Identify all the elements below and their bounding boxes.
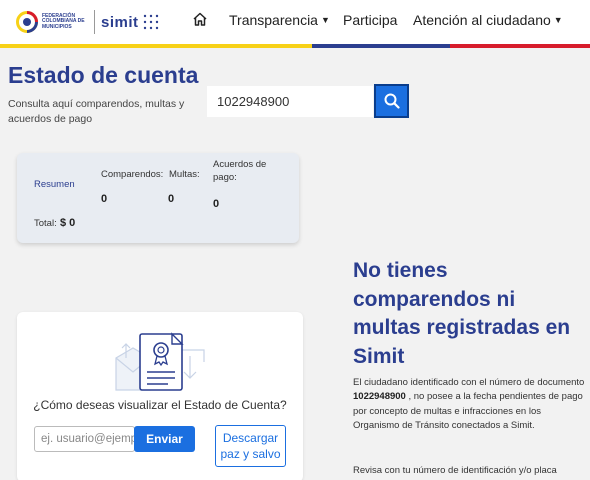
multas-count: 0: [168, 193, 175, 205]
home-link[interactable]: [192, 11, 208, 27]
nav-transparencia[interactable]: Transparencia ▼: [229, 12, 330, 28]
check-plate-text: Revisa con tu número de identificación y…: [353, 465, 557, 476]
document-number: 1022948900: [353, 391, 406, 403]
caret-down-icon: ▼: [320, 15, 330, 25]
document-certificate-illustration: [115, 332, 205, 391]
description-prefix: El ciudadano identificado con el número …: [353, 377, 585, 388]
visualizar-question: ¿Cómo deseas visualizar el Estado de Cue…: [33, 398, 287, 412]
no-records-title: No tienes comparendos ni multas registra…: [353, 259, 571, 368]
flag-stripe-blue: [312, 44, 450, 48]
summary-card: Resumen Comparendos: Multas: Acuerdos de…: [17, 153, 299, 243]
site-header: FEDERACIÓN COLOMBIANA DE MUNICIPIOS simi…: [0, 0, 590, 48]
nav-transparencia-label: Transparencia: [229, 12, 318, 28]
enviar-button[interactable]: Enviar: [134, 426, 195, 452]
nav-atencion-label: Atención al ciudadano: [413, 12, 551, 28]
acuerdos-count: 0: [213, 198, 220, 210]
federation-name: FEDERACIÓN COLOMBIANA DE MUNICIPIOS: [42, 12, 85, 30]
caret-down-icon: ▼: [553, 15, 563, 25]
total-label: Total:: [34, 218, 57, 229]
page-title: Estado de cuenta: [8, 62, 199, 88]
search-button[interactable]: [374, 84, 409, 118]
document-search-input[interactable]: 1022948900: [207, 86, 373, 117]
page-subtitle: Consulta aquí comparendos, multas y acue…: [8, 98, 185, 125]
logo-divider: [94, 10, 95, 34]
simit-dots-icon: [143, 14, 158, 30]
comparendos-label: Comparendos:: [101, 169, 164, 180]
nav-atencion-ciudadano[interactable]: Atención al ciudadano ▼: [413, 12, 563, 28]
home-icon: [193, 12, 207, 26]
comparendos-count: 0: [101, 193, 108, 205]
logo[interactable]: FEDERACIÓN COLOMBIANA DE MUNICIPIOS simi…: [16, 8, 160, 36]
no-records-description: El ciudadano identificado con el número …: [353, 376, 585, 434]
search-icon: [384, 93, 400, 109]
total-value: $ 0: [60, 217, 76, 229]
flag-stripe-yellow: [0, 44, 312, 48]
fcm-logo-icon: [16, 11, 38, 33]
email-input[interactable]: ej. usuario@ejemplo.com: [34, 426, 135, 452]
multas-label: Multas:: [169, 169, 200, 180]
descargar-paz-y-salvo-button[interactable]: Descargar paz y salvo: [215, 425, 286, 467]
nav-participa[interactable]: Participa: [343, 12, 397, 28]
resumen-tab[interactable]: Resumen: [34, 178, 75, 191]
acuerdos-label: Acuerdos de pago:: [213, 159, 267, 183]
flag-stripe-red: [450, 44, 590, 48]
visualizar-card: ¿Cómo deseas visualizar el Estado de Cue…: [17, 312, 303, 480]
nav-participa-label: Participa: [343, 12, 398, 28]
simit-brand: simit: [101, 13, 139, 31]
